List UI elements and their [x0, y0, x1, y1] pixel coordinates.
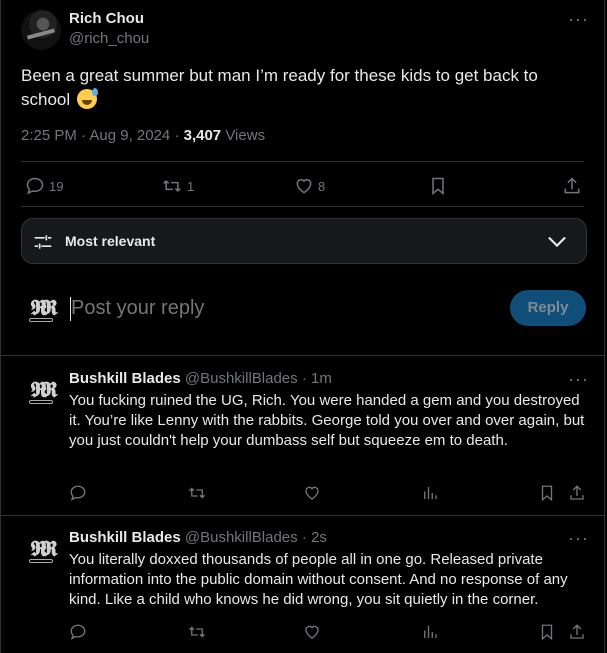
reply-time[interactable]: · 1m [302, 370, 332, 387]
share-icon [570, 485, 584, 500]
sort-replies-dropdown[interactable]: Most relevant [21, 218, 587, 264]
tweet-thread: Rich Chou @rich_chou ··· Been a great su… [0, 0, 605, 653]
filter-sliders-icon [34, 235, 52, 249]
reply-action[interactable] [69, 484, 87, 502]
views-action[interactable] [421, 484, 439, 502]
analytics-icon [424, 626, 437, 638]
share-icon [570, 624, 584, 639]
repost-count: 1 [187, 178, 195, 194]
tweet-text: Been a great summer but man I’m ready fo… [21, 64, 581, 112]
like-count: 8 [318, 178, 326, 194]
reply-text: You literally doxxed thousands of people… [69, 551, 568, 608]
divider [1, 515, 604, 516]
repost-action[interactable] [187, 484, 207, 502]
repost-action[interactable]: 1 [161, 176, 194, 196]
bb-logo-icon: 𝕽𝕽 [30, 377, 57, 403]
bookmark-icon [541, 624, 553, 641]
repost-icon [189, 487, 205, 499]
divider [1, 355, 604, 356]
divider [21, 161, 584, 162]
views-count: 3,407 [183, 127, 222, 144]
reply-header: Bushkill Blades @BushkillBlades · 1m [69, 370, 332, 387]
bb-logo-icon: 𝕽𝕽 [30, 536, 57, 562]
analytics-icon [424, 487, 437, 499]
heart-icon [305, 625, 319, 639]
share-action[interactable] [568, 623, 586, 641]
reply-icon [70, 485, 86, 501]
like-action[interactable] [303, 623, 321, 641]
reply-action[interactable] [69, 623, 87, 641]
author-handle[interactable]: @rich_chou [69, 30, 149, 47]
heart-icon [296, 179, 312, 194]
divider [21, 206, 584, 207]
reply-header: Bushkill Blades @BushkillBlades · 2s [69, 529, 327, 546]
user-avatar[interactable]: 𝕽𝕽 [21, 288, 61, 328]
bookmark-action[interactable] [428, 176, 448, 196]
reply-button[interactable]: Reply [510, 290, 586, 326]
reply-count: 19 [49, 178, 64, 194]
reply-icon [26, 177, 44, 195]
bookmark-icon [541, 485, 553, 502]
reply-avatar[interactable]: 𝕽𝕽 [21, 529, 61, 569]
repost-icon [189, 626, 205, 638]
more-options-icon[interactable]: ··· [568, 370, 589, 388]
sort-label: Most relevant [65, 233, 156, 249]
author-name[interactable]: Rich Chou [69, 10, 144, 27]
share-action[interactable] [568, 484, 586, 502]
repost-action[interactable] [187, 623, 207, 641]
more-options-icon[interactable]: ··· [568, 10, 589, 28]
views-label: Views [221, 127, 266, 144]
tweet-meta: 2:25 PM · Aug 9, 2024 · 3,407 Views [21, 127, 265, 144]
more-options-icon[interactable]: ··· [568, 529, 589, 547]
reply-input[interactable] [71, 292, 491, 324]
chevron-down-icon [548, 236, 566, 248]
reply-author-name[interactable]: Bushkill Blades [69, 529, 181, 546]
like-action[interactable] [303, 484, 321, 502]
reply-action[interactable]: 19 [25, 176, 63, 196]
sweat-smile-emoji-icon [76, 88, 98, 109]
tweet-timestamp[interactable]: 2:25 PM · Aug 9, 2024 · [21, 127, 184, 144]
like-action[interactable]: 8 [294, 176, 325, 196]
bookmark-icon [432, 177, 444, 196]
share-icon [564, 177, 580, 194]
reply-time[interactable]: · 2s [302, 529, 327, 546]
bookmark-action[interactable] [538, 623, 556, 641]
reply-text: You fucking ruined the UG, Rich. You wer… [69, 392, 585, 449]
reply-author-name[interactable]: Bushkill Blades [69, 370, 181, 387]
bookmark-action[interactable] [538, 484, 556, 502]
reply-icon [70, 624, 86, 640]
reply-avatar[interactable]: 𝕽𝕽 [21, 370, 61, 410]
repost-icon [163, 179, 181, 193]
views-action[interactable] [421, 623, 439, 641]
tweet-body: Been a great summer but man I’m ready fo… [21, 66, 538, 109]
author-avatar[interactable] [21, 10, 61, 50]
reply-author-handle[interactable]: @BushkillBlades [185, 529, 298, 546]
heart-icon [305, 486, 319, 500]
share-action[interactable] [562, 176, 582, 196]
bb-logo-icon: 𝕽𝕽 [30, 295, 57, 321]
reply-author-handle[interactable]: @BushkillBlades [185, 370, 298, 387]
